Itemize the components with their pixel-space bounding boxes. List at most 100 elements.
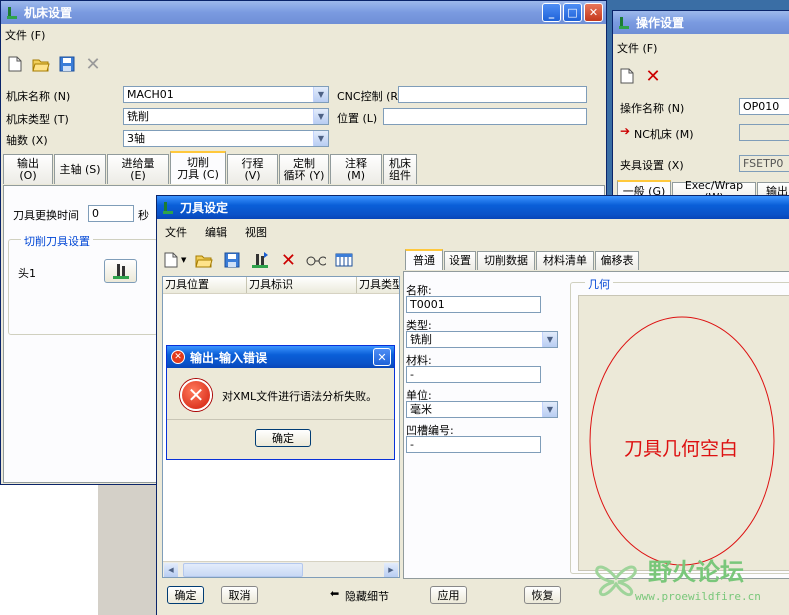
delete-icon[interactable]: ✕ [643, 66, 663, 87]
new-file-icon[interactable] [161, 250, 181, 270]
position-input[interactable] [383, 108, 587, 125]
tab-offset-table[interactable]: 偏移表 [595, 251, 639, 270]
tool-name-input[interactable]: T0001 [406, 296, 541, 313]
tool-change-value: 0 [92, 207, 99, 220]
background-canvas [0, 485, 98, 615]
app-icon [617, 16, 631, 30]
tool-window-title: 刀具设定 [180, 201, 229, 215]
chevron-down-icon[interactable]: ▼ [313, 87, 328, 102]
new-file-icon[interactable] [617, 66, 637, 86]
menu-file[interactable]: 文件 (F) [617, 40, 657, 56]
nc-machine-input[interactable] [739, 124, 789, 141]
watermark-title: 野火论坛 [648, 558, 744, 586]
operation-window-title: 操作设置 [636, 16, 685, 30]
tab-cutting-data[interactable]: 切削数据 [477, 251, 535, 270]
fixture-input[interactable]: FSETP0 [739, 155, 789, 172]
chevron-down-icon[interactable]: ▼ [181, 256, 186, 264]
cancel-button[interactable]: 取消 [221, 586, 258, 604]
scroll-thumb[interactable] [183, 563, 303, 577]
scroll-left-icon[interactable]: ◀ [164, 563, 178, 577]
machine-tabs: 输出 (O) 主轴 (S) 进给量 (E) 切削 刀具 (C) 行程 (V) 定… [3, 151, 418, 184]
chevron-down-icon[interactable]: ▼ [542, 332, 557, 347]
chevron-down-icon[interactable]: ▼ [313, 131, 328, 146]
close-button[interactable]: ✕ [373, 348, 391, 366]
cutting-tool-group [8, 239, 158, 335]
fixture-label: 夹具设置 (X) [620, 159, 684, 172]
groove-number-input[interactable]: - [406, 436, 541, 453]
operation-settings-titlebar[interactable]: 操作设置 [613, 11, 789, 34]
tab-spindle[interactable]: 主轴 (S) [54, 154, 106, 184]
horizontal-scrollbar[interactable]: ◀ ▶ [163, 561, 399, 577]
error-dialog-separator [167, 419, 394, 420]
open-folder-icon[interactable] [31, 54, 51, 74]
hide-details-link[interactable]: 隐藏细节 [345, 588, 389, 604]
open-folder-icon[interactable] [194, 250, 214, 270]
menu-file[interactable]: 文件 (F) [5, 27, 45, 43]
axes-label: 轴数 (X) [6, 134, 48, 147]
hide-details-arrow-icon: ⬅ [330, 587, 340, 600]
unit-combo[interactable]: 毫米 ▼ [406, 401, 558, 418]
tool-change-unit: 秒 [138, 209, 149, 222]
columns-icon[interactable] [334, 250, 354, 270]
operation-name-label: 操作名称 (N) [620, 102, 685, 115]
chevron-down-icon[interactable]: ▼ [542, 402, 557, 417]
col-tool-id[interactable]: 刀具标识 [247, 277, 357, 293]
tab-comments[interactable]: 注释 (M) [330, 154, 382, 184]
delete-icon: ✕ [85, 53, 101, 75]
scroll-right-icon[interactable]: ▶ [384, 563, 398, 577]
machine-type-value: 铣削 [127, 110, 149, 123]
menu-file[interactable]: 文件 [165, 224, 187, 240]
tool-type-combo[interactable]: 铣削 ▼ [406, 331, 558, 348]
machine-settings-titlebar[interactable]: 机床设置 _ □ ✕ [1, 1, 606, 24]
app-icon [5, 6, 19, 20]
maximize-button[interactable]: □ [563, 3, 582, 22]
tab-bill-of-materials[interactable]: 材料清单 [536, 251, 594, 270]
glasses-icon[interactable] [306, 250, 327, 270]
cnc-control-input[interactable] [398, 86, 587, 103]
machine-type-combo[interactable]: 铣削 ▼ [123, 108, 329, 125]
apply-button[interactable]: 应用 [430, 586, 467, 604]
cnc-control-label: CNC控制 (R) [337, 90, 403, 103]
save-icon[interactable] [57, 54, 77, 74]
error-ok-button[interactable]: 确定 [255, 429, 311, 447]
minimize-button[interactable]: _ [542, 3, 561, 22]
tab-general[interactable]: 普通 [405, 249, 443, 270]
tab-output[interactable]: 输出 (O) [3, 154, 53, 184]
machine-name-combo[interactable]: MACH01 ▼ [123, 86, 329, 103]
background-panel [98, 485, 158, 615]
tab-machine-components[interactable]: 机床 组件 [383, 154, 417, 184]
save-icon[interactable] [222, 250, 242, 270]
tab-cutting-tools[interactable]: 切削 刀具 (C) [170, 151, 226, 184]
col-tool-position[interactable]: 刀具位置 [163, 277, 247, 293]
chevron-down-icon[interactable]: ▼ [313, 109, 328, 124]
nc-machine-label: NC机床 (M) [634, 128, 694, 141]
tab-feed[interactable]: 进给量 (E) [107, 154, 169, 184]
tool-setup-titlebar[interactable]: 刀具设定 [157, 196, 789, 219]
error-message: 对XML文件进行语法分析失败。 [222, 390, 378, 403]
menu-edit[interactable]: 编辑 [205, 224, 227, 240]
error-dialog-title: 输出-输入错误 [190, 350, 267, 365]
axes-combo[interactable]: 3轴 ▼ [123, 130, 329, 147]
tab-custom-cycle[interactable]: 定制 循环 (Y) [279, 154, 329, 184]
new-file-icon[interactable] [5, 54, 25, 74]
delete-icon[interactable]: ✕ [278, 250, 298, 271]
operation-name-input[interactable]: OP010 [739, 98, 789, 115]
material-input[interactable]: - [406, 366, 541, 383]
cutting-tool-group-title: 切削刀具设置 [21, 233, 93, 249]
operation-settings-window: 操作设置 文件 (F) ✕ 操作名称 (N) OP010 ➔ NC机床 (M) … [612, 10, 789, 210]
tool-menubar: 文件 编辑 视图 [157, 223, 789, 241]
tool-head-button[interactable] [104, 259, 137, 283]
tool-table-icon[interactable] [250, 250, 270, 270]
operation-menubar: 文件 (F) [613, 39, 789, 57]
tool-change-spinner[interactable]: 0 [88, 205, 134, 222]
menu-view[interactable]: 视图 [245, 224, 267, 240]
close-button[interactable]: ✕ [584, 3, 603, 22]
tab-travel[interactable]: 行程 (V) [227, 154, 278, 184]
window-title: 机床设置 [24, 6, 73, 20]
tab-settings[interactable]: 设置 [444, 251, 476, 270]
restore-button[interactable]: 恢复 [524, 586, 561, 604]
ok-button[interactable]: 确定 [167, 586, 204, 604]
error-dialog-titlebar[interactable]: ✕ 输出-输入错误 ✕ [167, 346, 394, 368]
machine-type-label: 机床类型 (T) [6, 113, 69, 126]
col-tool-type[interactable]: 刀具类型 [357, 277, 399, 293]
